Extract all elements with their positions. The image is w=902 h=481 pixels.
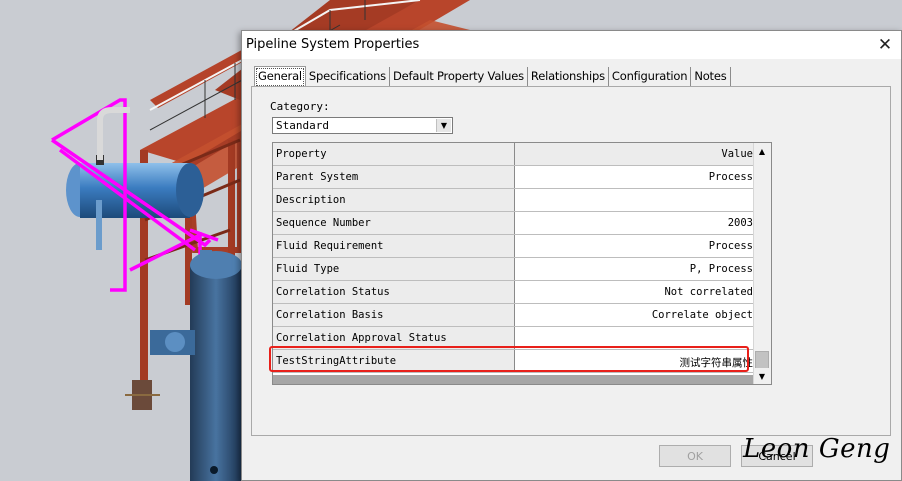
category-dropdown[interactable]: Standard ▼ — [272, 117, 453, 134]
table-row[interactable]: Correlation Status Not correlated — [273, 281, 755, 304]
grid-header-row: Property Value — [273, 143, 755, 166]
close-icon: ✕ — [877, 35, 893, 55]
property-name: Sequence Number — [273, 212, 515, 234]
tab-configuration[interactable]: Configuration — [609, 67, 692, 87]
table-row[interactable]: Fluid Requirement Process — [273, 235, 755, 258]
property-value[interactable] — [515, 189, 755, 211]
scroll-up-icon[interactable]: ▲ — [754, 143, 770, 159]
property-value[interactable]: 2003 — [515, 212, 755, 234]
property-name: Parent System — [273, 166, 515, 188]
dialog-title: Pipeline System Properties — [246, 37, 420, 52]
property-value[interactable]: Process — [515, 235, 755, 257]
category-selected-value: Standard — [276, 119, 329, 132]
table-row[interactable]: Correlation Approval Status — [273, 327, 755, 350]
vertical-tower — [190, 250, 242, 481]
property-name: Fluid Type — [273, 258, 515, 280]
column-header-property[interactable]: Property — [273, 143, 515, 165]
scroll-down-icon[interactable]: ▼ — [754, 368, 770, 384]
property-value[interactable]: Process — [515, 166, 755, 188]
table-row[interactable]: Fluid Type P, Process — [273, 258, 755, 281]
table-row[interactable]: Parent System Process — [273, 166, 755, 189]
table-row[interactable]: Sequence Number 2003 — [273, 212, 755, 235]
ok-button[interactable]: OK — [659, 445, 731, 467]
dialog-titlebar[interactable]: Pipeline System Properties ✕ — [242, 31, 901, 59]
property-name: Correlation Approval Status — [273, 327, 515, 349]
property-name: Fluid Requirement — [273, 235, 515, 257]
property-value[interactable]: 测试字符串属性 — [515, 350, 755, 372]
table-row[interactable]: Correlation Basis Correlate object — [273, 304, 755, 327]
chevron-down-icon[interactable]: ▼ — [436, 119, 451, 132]
property-name: Correlation Basis — [273, 304, 515, 326]
category-label: Category: — [270, 100, 330, 113]
property-name: Description — [273, 189, 515, 211]
tab-relationships[interactable]: Relationships — [528, 67, 609, 87]
column-header-value[interactable]: Value — [515, 143, 755, 165]
grid-vertical-scrollbar[interactable]: ▲ ▼ — [753, 143, 771, 384]
tab-general[interactable]: General — [254, 66, 306, 88]
property-value[interactable]: Not correlated — [515, 281, 755, 303]
property-value[interactable]: Correlate object — [515, 304, 755, 326]
grid-empty-area — [273, 375, 755, 384]
property-value[interactable]: P, Process — [515, 258, 755, 280]
author-watermark: Leon Geng — [743, 434, 891, 464]
tab-strip: General Specifications Default Property … — [254, 66, 731, 88]
pipeline-system-properties-dialog: Pipeline System Properties ✕ General Spe… — [241, 30, 902, 481]
tab-default-property-values[interactable]: Default Property Values — [390, 67, 528, 87]
property-grid: Property Value Parent System Process Des… — [272, 142, 772, 385]
table-row[interactable]: Description — [273, 189, 755, 212]
scroll-thumb[interactable] — [755, 351, 769, 369]
property-name: Correlation Status — [273, 281, 515, 303]
tab-notes[interactable]: Notes — [691, 67, 731, 87]
general-tab-panel: Category: Standard ▼ Property Value Pare… — [251, 86, 891, 436]
close-button[interactable]: ✕ — [869, 31, 901, 59]
table-row-test-string-attribute[interactable]: TestStringAttribute 测试字符串属性 — [273, 350, 755, 373]
property-name: TestStringAttribute — [273, 350, 515, 372]
tab-specifications[interactable]: Specifications — [306, 67, 390, 87]
property-value[interactable] — [515, 327, 755, 349]
